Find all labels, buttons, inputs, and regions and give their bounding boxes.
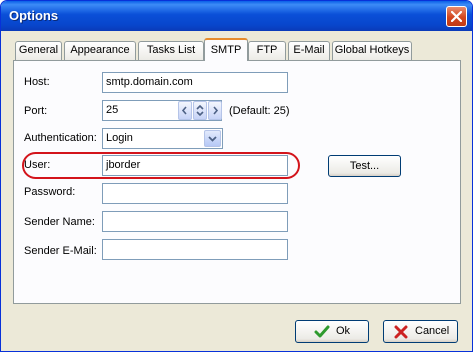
password-field[interactable] bbox=[102, 183, 288, 204]
host-field[interactable]: smtp.domain.com bbox=[102, 72, 288, 93]
user-label: User: bbox=[24, 159, 51, 171]
tab-global-hotkeys[interactable]: Global Hotkeys bbox=[332, 41, 412, 60]
test-button[interactable]: Test... bbox=[328, 155, 401, 177]
tab-label: FTP bbox=[256, 44, 278, 56]
cancel-label: Cancel bbox=[415, 325, 450, 337]
chevron-up-down-icon bbox=[196, 104, 204, 117]
port-up-down-button[interactable] bbox=[193, 101, 207, 120]
tab-label: Appearance bbox=[70, 44, 130, 56]
port-spinner bbox=[178, 101, 222, 120]
sender-email-label: Sender E-Mail: bbox=[24, 245, 97, 257]
tab-appearance[interactable]: Appearance bbox=[64, 41, 136, 60]
password-label: Password: bbox=[24, 186, 76, 198]
port-label: Port: bbox=[24, 105, 48, 117]
tab-smtp[interactable]: SMTP bbox=[204, 38, 248, 61]
check-icon bbox=[314, 325, 330, 338]
sender-email-field[interactable] bbox=[102, 239, 288, 260]
tab-ftp[interactable]: FTP bbox=[248, 41, 286, 60]
tab-label: Tasks List bbox=[146, 44, 196, 56]
tab-label: E-Mail bbox=[293, 44, 325, 56]
tab-email[interactable]: E-Mail bbox=[288, 41, 330, 60]
authentication-label: Authentication: bbox=[24, 132, 97, 144]
host-label: Host: bbox=[24, 76, 50, 88]
cancel-button[interactable]: Cancel bbox=[383, 320, 458, 343]
close-button[interactable] bbox=[446, 6, 467, 27]
tab-label: Global Hotkeys bbox=[334, 44, 410, 56]
port-increment-button[interactable] bbox=[208, 101, 222, 120]
tab-general[interactable]: General bbox=[15, 41, 62, 60]
ok-label: Ok bbox=[336, 325, 351, 337]
chevron-right-icon bbox=[213, 106, 219, 115]
chevron-left-icon bbox=[181, 106, 187, 115]
sender-name-field[interactable] bbox=[102, 211, 288, 232]
authentication-select[interactable]: Login bbox=[102, 128, 223, 149]
x-icon bbox=[394, 325, 408, 339]
dropdown-arrow-button[interactable] bbox=[204, 130, 221, 147]
authentication-value: Login bbox=[106, 132, 133, 144]
smtp-panel: Host: smtp.domain.com Port: 25 (Default:… bbox=[13, 60, 461, 304]
title-bar: Options bbox=[1, 1, 472, 31]
options-dialog: Options General Appearance Tasks List SM… bbox=[0, 0, 473, 352]
port-decrement-button[interactable] bbox=[178, 101, 192, 120]
port-value: 25 bbox=[106, 104, 119, 116]
chevron-down-icon bbox=[208, 136, 217, 142]
tab-label: SMTP bbox=[210, 44, 242, 56]
sender-name-label: Sender Name: bbox=[24, 216, 95, 228]
window-title: Options bbox=[9, 8, 59, 23]
tab-tasks-list[interactable]: Tasks List bbox=[138, 41, 204, 60]
port-default-note: (Default: 25) bbox=[229, 105, 290, 117]
ok-button[interactable]: Ok bbox=[295, 320, 369, 343]
user-field[interactable]: jborder bbox=[102, 155, 288, 176]
close-icon bbox=[451, 11, 462, 22]
tab-label: General bbox=[18, 44, 59, 56]
